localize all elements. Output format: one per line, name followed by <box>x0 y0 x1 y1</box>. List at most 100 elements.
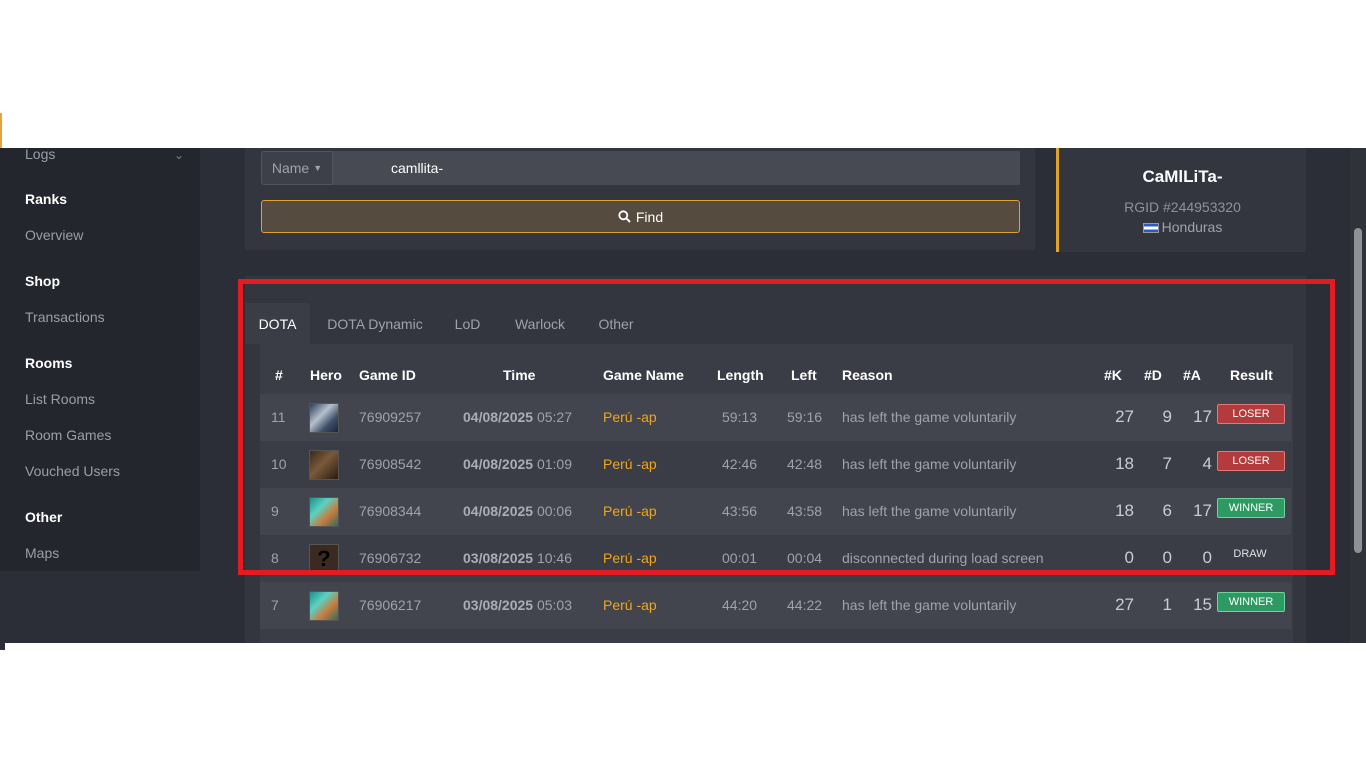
search-input-value: camllita- <box>391 160 444 176</box>
sidebar-item-room-games[interactable]: Room Games <box>25 427 111 443</box>
tab-other[interactable]: Other <box>585 303 647 344</box>
search-filter-dropdown[interactable]: Name ▼ <box>261 151 333 185</box>
column-header-reason: Reason <box>842 367 893 383</box>
tab-warlock[interactable]: Warlock <box>495 303 585 344</box>
sidebar-section-ranks: Ranks <box>25 191 68 207</box>
result-badge: LOSER <box>1217 404 1285 424</box>
table-row: 11 76909257 59:13 59:16 has left the game vo… <box>260 394 1291 441</box>
games-panel: DOTA DOTA Dynamic LoD Warlock Other # He… <box>245 276 1306 643</box>
leave-reason: has left the game voluntarily <box>842 597 1017 613</box>
row-number: 7 <box>271 597 279 613</box>
row-number: 10 <box>271 456 287 472</box>
top-accent-bar <box>0 113 2 148</box>
app-window: Logs ⌄ Ranks Overview Shop Transactions … <box>0 148 1366 643</box>
profile-rgid: RGID #244953320 <box>1124 199 1241 215</box>
profile-country-label: Honduras <box>1161 219 1223 235</box>
game-name[interactable]: Perú -ap <box>603 550 657 566</box>
sidebar-section-shop: Shop <box>25 273 60 289</box>
left-time: 59:16 <box>787 409 823 425</box>
search-filter-label: Name <box>271 160 310 176</box>
assists-count: 17 <box>1193 407 1212 426</box>
leave-reason: has left the game voluntarily <box>842 456 1017 472</box>
hero-portrait-unknown-icon[interactable]: ? <box>309 544 339 574</box>
hero-portrait-teal-icon[interactable] <box>309 591 339 621</box>
caret-down-icon: ▼ <box>313 163 323 173</box>
deaths-count: 0 <box>1162 548 1172 567</box>
game-id: 76906217 <box>359 597 422 613</box>
game-length: 59:13 <box>722 409 758 425</box>
table-row: 10 76908542 42:46 42:48 has left the game vo… <box>260 441 1291 488</box>
column-header-kills: #K <box>1104 367 1122 383</box>
column-header-game-id: Game ID <box>359 367 416 383</box>
window-edge <box>0 643 5 650</box>
main-content: Name ▼ camllita- Find CaMlLiTa- RGID #24… <box>200 148 1350 643</box>
game-name[interactable]: Perú -ap <box>603 503 657 519</box>
game-id: 76908542 <box>359 456 422 472</box>
games-table: # Hero Game ID Time Game Name Length Lef… <box>260 344 1293 643</box>
tab-lod[interactable]: LoD <box>440 303 495 344</box>
leave-reason: disconnected during load screen <box>842 550 1044 566</box>
tab-dota[interactable]: DOTA <box>245 303 310 344</box>
profile-country: Honduras <box>1059 219 1306 235</box>
find-button-label: Find <box>635 208 664 225</box>
search-icon <box>618 210 631 223</box>
left-time: 43:58 <box>787 503 823 519</box>
column-header-result: Result <box>1230 367 1273 383</box>
tab-dota-dynamic[interactable]: DOTA Dynamic <box>310 303 440 344</box>
game-clock: 10:46 <box>536 550 573 566</box>
game-clock: 05:27 <box>536 409 573 425</box>
game-length: 42:46 <box>722 456 758 472</box>
game-date: 04/08/2025 <box>463 503 534 519</box>
row-number: 8 <box>271 550 279 566</box>
profile-card: CaMlLiTa- RGID #244953320 Honduras <box>1056 148 1306 252</box>
kills-count: 27 <box>1115 595 1134 614</box>
sidebar-item-overview[interactable]: Overview <box>25 227 83 243</box>
hero-portrait-teal-icon[interactable] <box>309 497 339 527</box>
page-scrollbar[interactable] <box>1350 148 1366 643</box>
deaths-count: 6 <box>1162 501 1172 520</box>
result-badge: DRAW <box>1233 548 1267 560</box>
sidebar-item-logs[interactable]: Logs <box>25 148 55 162</box>
leave-reason: has left the game voluntarily <box>842 409 1017 425</box>
sidebar-item-list-rooms[interactable]: List Rooms <box>25 391 95 407</box>
game-time: 03/08/2025 05:03 <box>463 597 572 613</box>
game-id: 76909257 <box>359 409 422 425</box>
column-header-time: Time <box>503 367 536 383</box>
result-badge: LOSER <box>1217 451 1285 471</box>
sidebar-item-transactions[interactable]: Transactions <box>25 309 105 325</box>
assists-count: 17 <box>1193 501 1212 520</box>
sidebar-item-vouched-users[interactable]: Vouched Users <box>25 463 120 479</box>
game-clock: 01:09 <box>536 456 573 472</box>
left-time: 00:04 <box>787 550 823 566</box>
game-time: 03/08/2025 10:46 <box>463 550 572 566</box>
sidebar: Logs ⌄ Ranks Overview Shop Transactions … <box>0 148 200 571</box>
chevron-down-icon[interactable]: ⌄ <box>174 148 184 162</box>
leave-reason: has left the game voluntarily <box>842 503 1017 519</box>
table-row: 7 76906217 44:20 44:22 has left the game vol… <box>260 582 1291 629</box>
game-date: 04/08/2025 <box>463 456 534 472</box>
sidebar-section-rooms: Rooms <box>25 355 73 371</box>
game-time: 04/08/2025 01:09 <box>463 456 572 472</box>
game-id: 76908344 <box>359 503 422 519</box>
sidebar-section-other: Other <box>25 509 63 525</box>
find-button[interactable]: Find <box>261 200 1020 233</box>
game-name[interactable]: Perú -ap <box>603 456 657 472</box>
game-id: 76906732 <box>359 550 422 566</box>
game-time: 04/08/2025 05:27 <box>463 409 572 425</box>
table-row: 8 76906732 00:01 00:04 disconnected during l… <box>260 535 1291 582</box>
column-header-number: # <box>275 367 283 383</box>
game-name[interactable]: Perú -ap <box>603 409 657 425</box>
deaths-count: 1 <box>1162 595 1172 614</box>
deaths-count: 9 <box>1162 407 1172 426</box>
game-name[interactable]: Perú -ap <box>603 597 657 613</box>
sidebar-item-maps[interactable]: Maps <box>25 545 59 561</box>
column-header-game-name: Game Name <box>603 367 684 383</box>
search-input[interactable]: camllita- <box>333 151 1020 185</box>
assists-count: 15 <box>1193 595 1212 614</box>
game-time: 04/08/2025 00:06 <box>463 503 572 519</box>
hero-portrait-dark-icon[interactable] <box>309 450 339 480</box>
row-number: 11 <box>271 409 286 425</box>
left-time: 44:22 <box>787 597 823 613</box>
hero-portrait-panda-icon[interactable] <box>309 403 339 433</box>
scrollbar-thumb[interactable] <box>1354 228 1362 553</box>
